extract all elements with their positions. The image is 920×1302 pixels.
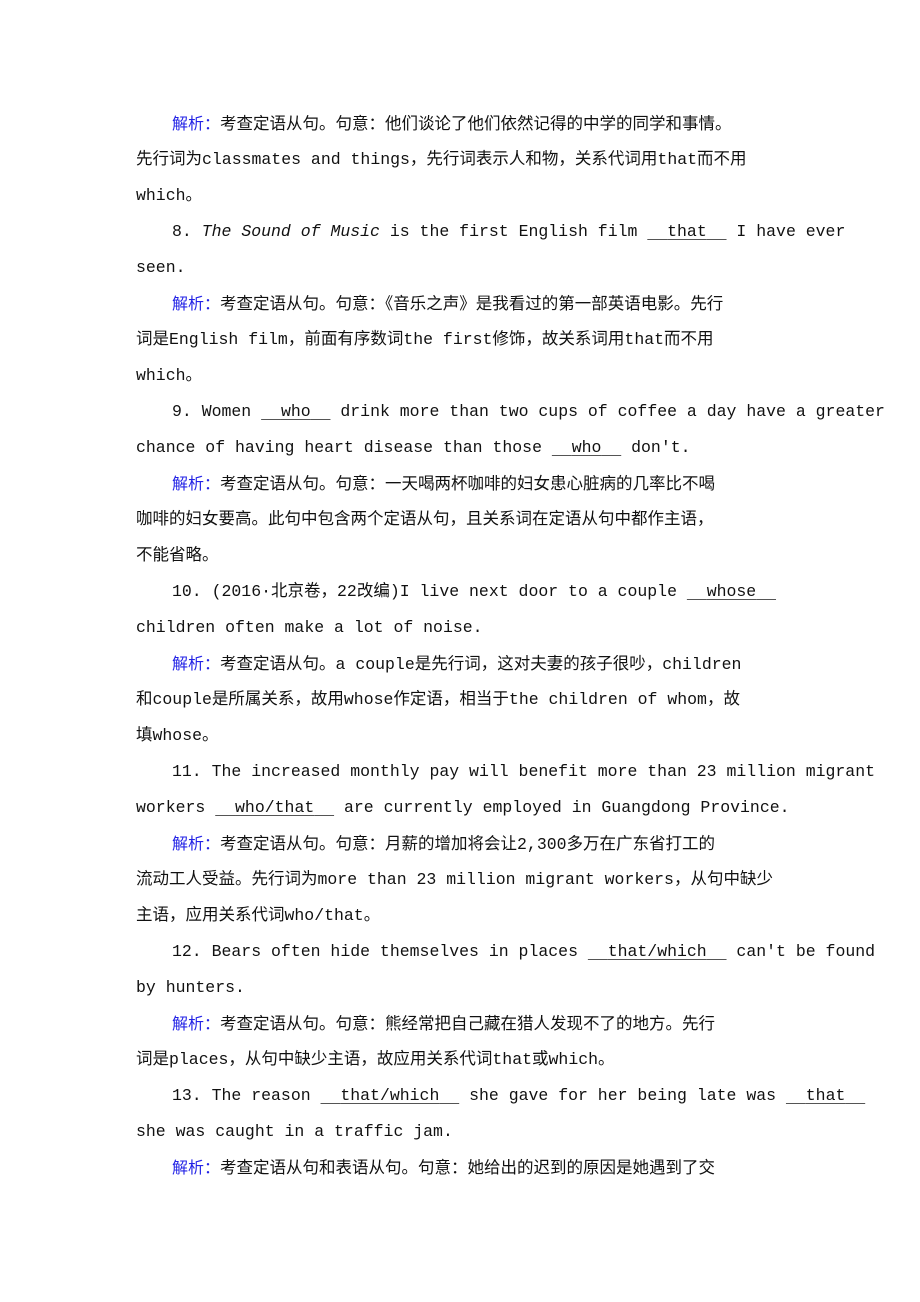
answer-blank: that/which xyxy=(340,1086,440,1105)
analysis-label: 解析： xyxy=(172,474,221,493)
analysis-line: 和couple是所属关系，故用whose作定语，相当于the children … xyxy=(136,690,740,709)
answer-blank: who xyxy=(280,402,311,421)
analysis-line: 解析：考查定语从句。a couple是先行词，这对夫妻的孩子很吵，childre… xyxy=(172,654,742,674)
question-line: chance of having heart disease than thos… xyxy=(136,438,691,457)
analysis-line: 解析：考查定语从句。句意：月薪的增加将会让2,300多万在广东省打工的 xyxy=(172,834,716,854)
analysis-line: 解析：考查定语从句。句意：熊经常把自己藏在猎人发现不了的地方。先行 xyxy=(172,1014,716,1034)
question-9: 9. Women who drink more than two cups of… xyxy=(172,402,885,421)
answer-blank: who/that xyxy=(235,798,315,817)
analysis-label: 解析： xyxy=(172,114,221,133)
analysis-label: 解析： xyxy=(172,1014,221,1033)
question-line: by hunters. xyxy=(136,978,245,997)
question-11: 11. The increased monthly pay will benef… xyxy=(172,762,876,781)
analysis-line: 填whose。 xyxy=(136,726,219,745)
question-12: 12. Bears often hide themselves in place… xyxy=(172,942,876,961)
analysis-line: 先行词为classmates and things，先行词表示人和物，关系代词用… xyxy=(136,150,747,169)
analysis-line: 词是English film，前面有序数词the first修饰，故关系词用th… xyxy=(136,330,714,349)
question-line: workers who/that are currently employed … xyxy=(136,798,790,817)
question-8: 8. The Sound of Music is the first Engli… xyxy=(172,222,846,241)
answer-blank: that/which xyxy=(607,942,707,961)
analysis-line: 词是places，从句中缺少主语，故应用关系代词that或which。 xyxy=(136,1050,615,1069)
analysis-line: 主语，应用关系代词who/that。 xyxy=(136,906,381,925)
analysis-line: 解析：考查定语从句。句意：一天喝两杯咖啡的妇女患心脏病的几率比不喝 xyxy=(172,474,716,494)
answer-blank: that xyxy=(805,1086,846,1105)
analysis-line: 解析：考查定语从句。句意：他们谈论了他们依然记得的中学的同学和事情。 xyxy=(172,114,732,134)
question-line: she was caught in a traffic jam. xyxy=(136,1122,453,1141)
question-10: 10. (2016·北京卷，22改编)I live next door to a… xyxy=(136,574,776,610)
analysis-label: 解析： xyxy=(172,1158,221,1177)
analysis-line: 流动工人受益。先行词为more than 23 million migrant … xyxy=(136,870,773,889)
answer-blank: that xyxy=(667,222,707,241)
answer-blank: whose xyxy=(706,582,757,601)
analysis-line: 解析：考查定语从句。句意：《音乐之声》是我看过的第一部英语电影。先行 xyxy=(172,294,724,314)
analysis-line: 解析：考查定语从句和表语从句。句意：她给出的迟到的原因是她遇到了交 xyxy=(172,1158,716,1178)
answer-blank: who xyxy=(571,438,602,457)
analysis-line: which。 xyxy=(136,186,203,205)
analysis-line: 咖啡的妇女要高。此句中包含两个定语从句，且关系词在定语从句中都作主语， xyxy=(136,510,714,529)
analysis-label: 解析： xyxy=(172,834,221,853)
analysis-label: 解析： xyxy=(172,294,221,313)
analysis-label: 解析： xyxy=(172,654,221,673)
question-line: children often make a lot of noise. xyxy=(136,618,483,637)
question-line: seen. xyxy=(136,258,186,277)
analysis-line: which。 xyxy=(136,366,203,385)
film-title: The Sound of Music xyxy=(201,222,380,241)
analysis-line: 不能省略。 xyxy=(136,546,219,565)
question-13: 13. The reason that/which she gave for h… xyxy=(136,1078,865,1114)
